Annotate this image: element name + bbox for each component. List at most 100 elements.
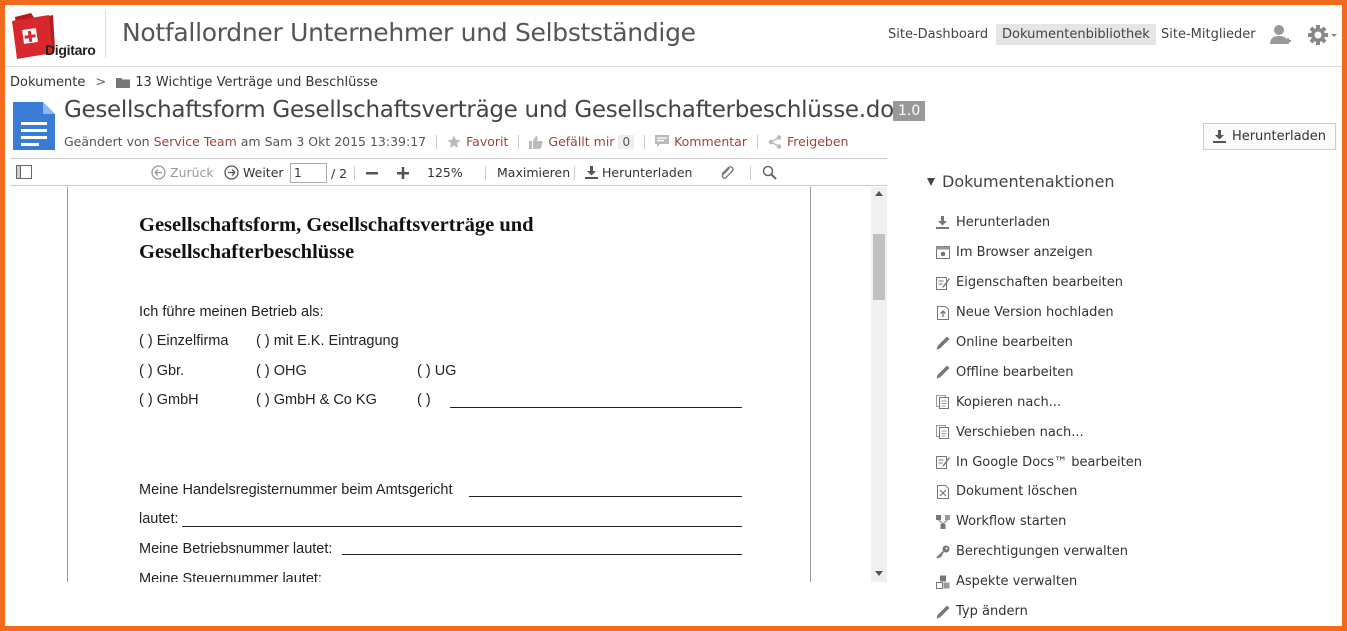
next-label: Weiter (243, 165, 284, 180)
app-window: Digitaro Notfallordner Unternehmer und S… (5, 5, 1342, 626)
modified-date: am Sam 3 Okt 2015 13:39:17 (240, 134, 427, 149)
attachment-icon[interactable] (719, 165, 739, 181)
site-title: Notfallordner Unternehmer und Selbststän… (122, 18, 696, 47)
action-label: Online bearbeiten (956, 335, 1073, 350)
action-edit-google-docs[interactable]: In Google Docs™ bearbeiten (935, 447, 1142, 477)
arrow-left-circle-icon (151, 165, 166, 180)
pdf-heading: Gesellschaftsform, Gesellschaftsverträge… (139, 212, 699, 266)
action-view-in-browser[interactable]: Im Browser anzeigen (935, 238, 1142, 268)
breadcrumb-separator: > (95, 75, 107, 90)
fill-line (342, 554, 742, 555)
document-viewer: Zurück Weiter / 2 125% Maximieren (10, 158, 887, 582)
action-label: Kopieren nach... (956, 394, 1062, 410)
comment-action[interactable]: Kommentar (655, 134, 747, 149)
back-button[interactable]: Zurück (151, 165, 214, 180)
like-count: 0 (618, 134, 635, 149)
action-label: Eigenschaften bearbeiten (956, 275, 1124, 291)
download-button-label: Herunterladen (1231, 129, 1327, 144)
page-number-input[interactable] (290, 163, 327, 183)
back-label: Zurück (170, 165, 214, 180)
page-edge (810, 187, 811, 582)
zoom-level[interactable]: 125% (427, 165, 463, 180)
action-label: Im Browser anzeigen (956, 245, 1093, 261)
action-label: Herunterladen (956, 215, 1051, 231)
action-edit-offline[interactable]: Offline bearbeiten (935, 357, 1142, 387)
viewer-download-button[interactable]: Herunterladen (585, 165, 693, 180)
action-upload-version[interactable]: Neue Version hochladen (935, 298, 1142, 328)
page-total: / 2 (331, 165, 348, 181)
pencil-icon (935, 604, 950, 619)
toolbar-divider (354, 166, 355, 180)
like-action[interactable]: Gefällt mir 0 (529, 134, 635, 149)
sidebar-toggle-icon[interactable] (16, 165, 36, 179)
action-start-workflow[interactable]: Workflow starten (935, 507, 1142, 537)
nav-site-dashboard[interactable]: Site-Dashboard (882, 24, 994, 45)
nav-document-library[interactable]: Dokumentenbibliothek (996, 24, 1156, 45)
action-delete-document[interactable]: Dokument löschen (935, 477, 1142, 507)
logo[interactable]: Digitaro (9, 9, 101, 61)
page-edge (67, 187, 68, 582)
action-label: Aspekte verwalten (956, 574, 1078, 590)
search-icon[interactable] (762, 165, 781, 180)
nav-site-members[interactable]: Site-Mitglieder (1155, 24, 1262, 45)
move-icon (935, 425, 950, 440)
delete-icon (935, 484, 950, 499)
viewer-toolbar: Zurück Weiter / 2 125% Maximieren (10, 158, 887, 186)
document-icon (13, 102, 55, 150)
header-divider (105, 10, 106, 58)
maximize-button[interactable]: Maximieren (497, 165, 570, 180)
breadcrumb-folder[interactable]: 13 Wichtige Verträge und Beschlüsse (135, 75, 378, 90)
next-button[interactable]: Weiter (224, 165, 284, 180)
scroll-down-icon[interactable] (875, 571, 883, 576)
copy-icon (935, 395, 950, 410)
scrollbar-thumb[interactable] (873, 234, 885, 300)
pdf-option: ( ) GmbH (139, 392, 199, 408)
breadcrumb: Dokumente > 13 Wichtige Verträge und Bes… (10, 75, 378, 90)
action-change-type[interactable]: Typ ändern (935, 597, 1142, 626)
thumbs-up-icon (529, 135, 544, 149)
favorite-action[interactable]: Favorit (447, 134, 508, 149)
toolbar-divider (750, 166, 751, 180)
pdf-page-area[interactable]: Gesellschaftsform, Gesellschaftsverträge… (10, 187, 887, 582)
breadcrumb-root[interactable]: Dokumente (10, 75, 85, 90)
action-label: Offline bearbeiten (956, 364, 1074, 380)
google-docs-icon (935, 455, 950, 470)
zoom-out-icon[interactable] (365, 166, 383, 180)
workflow-icon (935, 514, 950, 529)
share-icon (768, 134, 782, 149)
share-action[interactable]: Freigeben (768, 134, 848, 149)
action-label: Typ ändern (956, 604, 1028, 620)
pdf-option: ( ) Einzelfirma (139, 333, 229, 349)
pdf-label: Meine Handelsregisternummer beim Amtsger… (139, 482, 453, 498)
scroll-up-icon[interactable] (875, 191, 883, 196)
pdf-option: ( ) Gbr. (139, 363, 185, 379)
pdf-intro: Ich führe meinen Betrieb als: (139, 304, 324, 320)
action-manage-permissions[interactable]: Berechtigungen verwalten (935, 537, 1142, 567)
action-move-to[interactable]: Verschieben nach... (935, 417, 1142, 447)
comment-icon (655, 135, 670, 147)
action-label: Verschieben nach... (956, 424, 1084, 440)
action-edit-properties[interactable]: Eigenschaften bearbeiten (935, 268, 1142, 298)
comment-label: Kommentar (674, 134, 747, 149)
download-button[interactable]: Herunterladen (1203, 123, 1336, 150)
aspects-icon (935, 574, 950, 589)
action-copy-to[interactable]: Kopieren nach... (935, 387, 1142, 417)
collapse-triangle-icon (927, 177, 935, 186)
fill-line (182, 526, 742, 527)
user-add-icon[interactable] (1269, 23, 1293, 52)
page-navigation: / 2 (290, 163, 347, 183)
action-manage-aspects[interactable]: Aspekte verwalten (935, 567, 1142, 597)
action-download[interactable]: Herunterladen (935, 208, 1142, 238)
modified-prefix: Geändert von (64, 134, 150, 149)
pdf-label: lautet: (139, 511, 179, 527)
zoom-in-icon[interactable] (396, 166, 414, 180)
modified-by-link[interactable]: Service Team (154, 134, 237, 149)
viewer-scrollbar[interactable] (871, 187, 887, 582)
key-icon (935, 544, 950, 559)
upload-icon (935, 305, 950, 320)
action-edit-online[interactable]: Online bearbeiten (935, 328, 1142, 358)
document-actions-list: Herunterladen Im Browser anzeigen Eigens… (935, 208, 1142, 626)
pdf-option: ( ) OHG (256, 363, 307, 379)
gear-icon[interactable] (1307, 23, 1337, 52)
document-actions-header[interactable]: Dokumentenaktionen (927, 172, 1115, 191)
